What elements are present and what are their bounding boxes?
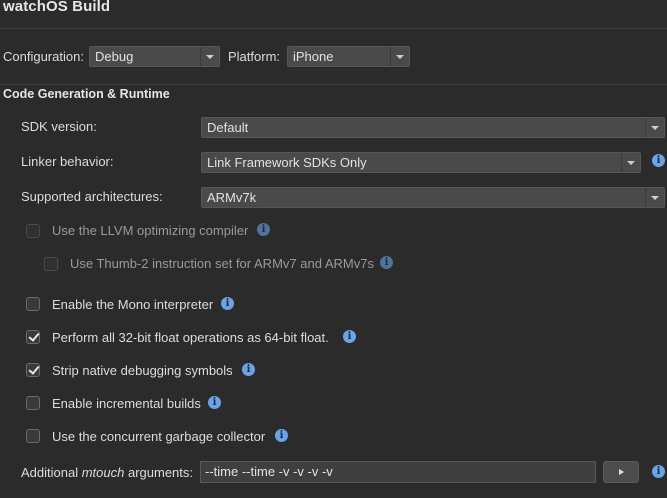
section-title: Code Generation & Runtime <box>3 87 170 101</box>
chevron-down-icon <box>645 188 664 207</box>
linker-behavior-select[interactable]: Link Framework SDKs Only <box>201 152 641 173</box>
chevron-down-icon <box>200 47 219 66</box>
platform-value: iPhone <box>293 49 334 64</box>
configuration-select[interactable]: Debug <box>89 46 220 67</box>
supported-architectures-value: ARMv7k <box>207 190 257 205</box>
concurrent-gc-label: Use the concurrent garbage collector <box>52 429 266 444</box>
configuration-row: Configuration: Debug Platform: iPhone <box>0 45 667 67</box>
float64-checkbox[interactable] <box>26 330 40 344</box>
llvm-checkbox[interactable] <box>26 224 40 238</box>
chevron-down-icon <box>621 153 640 172</box>
float64-label: Perform all 32-bit float operations as 6… <box>52 330 329 345</box>
incremental-builds-label: Enable incremental builds <box>52 396 201 411</box>
chevron-down-icon <box>390 47 409 66</box>
header-bar: watchOS Build <box>0 0 667 29</box>
sdk-version-value: Default <box>207 120 249 135</box>
mtouch-arguments-label: Additional mtouch arguments: <box>21 465 193 480</box>
llvm-label: Use the LLVM optimizing compiler <box>52 223 249 238</box>
thumb2-checkbox[interactable] <box>44 257 58 271</box>
linker-behavior-label: Linker behavior: <box>21 154 114 169</box>
mono-interpreter-label: Enable the Mono interpreter <box>52 297 214 312</box>
mtouch-run-button[interactable] <box>603 461 639 483</box>
section-divider <box>0 84 667 85</box>
strip-symbols-label: Strip native debugging symbols <box>52 363 233 378</box>
incremental-builds-checkbox[interactable] <box>26 396 40 410</box>
info-icon[interactable]: i <box>242 363 255 376</box>
mono-interpreter-checkbox[interactable] <box>26 297 40 311</box>
info-icon[interactable]: i <box>257 223 270 236</box>
platform-select[interactable]: iPhone <box>287 46 410 67</box>
info-icon[interactable]: i <box>275 429 288 442</box>
supported-architectures-select[interactable]: ARMv7k <box>201 187 665 208</box>
info-icon[interactable]: i <box>652 465 665 478</box>
linker-behavior-value: Link Framework SDKs Only <box>207 155 367 170</box>
mtouch-arguments-value: --time --time -v -v -v -v <box>205 464 333 479</box>
play-icon <box>619 469 624 475</box>
mtouch-label-emph: mtouch <box>81 465 125 480</box>
chevron-down-icon <box>645 118 664 137</box>
watchos-build-panel: watchOS Build Configuration: Debug Platf… <box>0 0 667 498</box>
supported-architectures-label: Supported architectures: <box>21 189 163 204</box>
mtouch-arguments-input[interactable]: --time --time -v -v -v -v <box>200 461 596 483</box>
info-icon[interactable]: i <box>343 330 356 343</box>
page-title: watchOS Build <box>3 0 111 15</box>
sdk-version-label: SDK version: <box>21 119 97 134</box>
info-icon[interactable]: i <box>652 154 665 167</box>
info-icon[interactable]: i <box>221 297 234 310</box>
mtouch-label-prefix: Additional <box>21 465 82 480</box>
platform-label: Platform: <box>228 49 281 64</box>
concurrent-gc-checkbox[interactable] <box>26 429 40 443</box>
thumb2-label: Use Thumb-2 instruction set for ARMv7 an… <box>70 256 374 271</box>
strip-symbols-checkbox[interactable] <box>26 363 40 377</box>
configuration-value: Debug <box>95 49 134 64</box>
mtouch-label-suffix: arguments: <box>124 465 194 480</box>
configuration-label: Configuration: <box>3 49 84 64</box>
sdk-version-select[interactable]: Default <box>201 117 665 138</box>
info-icon[interactable]: i <box>380 256 393 269</box>
info-icon[interactable]: i <box>208 396 221 409</box>
